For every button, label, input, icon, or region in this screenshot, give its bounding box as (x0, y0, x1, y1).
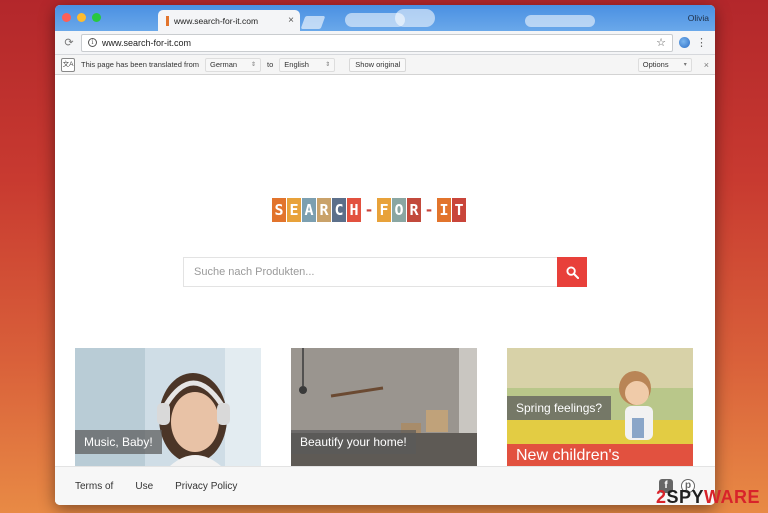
card-label: Spring feelings? (507, 396, 612, 420)
promo-cards: Music, Baby! Beautify your home! Spring … (75, 348, 695, 466)
address-url[interactable]: www.search-for-it.com (102, 38, 651, 48)
card-children[interactable]: Spring feelings? New children's (507, 348, 693, 466)
to-language-select[interactable]: English ⇕ (279, 57, 336, 72)
page-footer: Terms of Use Privacy Policy f p (55, 466, 715, 505)
card-home[interactable]: Beautify your home! (291, 348, 477, 466)
browser-toolbar: ⟳ i www.search-for-it.com ☆ ⋮ (55, 31, 715, 55)
watermark-part: 2 (655, 487, 667, 507)
tab-title: www.search-for-it.com (174, 15, 259, 26)
browser-tab[interactable]: www.search-for-it.com × (158, 10, 300, 31)
to-language-value: English (284, 60, 309, 69)
translate-icon: 文A (61, 57, 75, 72)
logo-letter: H (347, 198, 361, 222)
search-form (183, 257, 587, 287)
translate-bar: 文A This page has been translated from Ge… (55, 55, 715, 75)
new-tab-button[interactable] (300, 16, 326, 29)
chevron-down-icon: ▾ (683, 62, 687, 68)
options-label: Options (642, 60, 669, 69)
footer-link-terms[interactable]: Terms of (75, 481, 113, 492)
watermark: 2SPYWARE (656, 487, 760, 508)
logo-letter: O (392, 198, 406, 222)
watermark-part: SPY (666, 487, 704, 507)
star-icon[interactable]: ☆ (656, 36, 666, 49)
card-banner: New children's (507, 444, 693, 466)
updown-icon: ⇕ (325, 62, 331, 68)
from-language-select[interactable]: German ⇕ (205, 57, 261, 72)
tab-close-icon[interactable]: × (288, 15, 294, 26)
card-label: Music, Baby! (75, 430, 162, 454)
logo-letter: T (452, 198, 466, 222)
to-word: to (267, 60, 274, 69)
logo-letter: R (317, 198, 331, 222)
watermark-part: WARE (704, 487, 760, 507)
reload-icon[interactable]: ⟳ (63, 36, 75, 49)
logo-letter: A (302, 198, 316, 222)
info-icon[interactable]: i (88, 38, 97, 47)
browser-window: www.search-for-it.com × Olivia ⟳ i www.s… (55, 5, 715, 505)
show-original-button[interactable]: Show original (349, 57, 407, 72)
logo-letter: S (272, 198, 286, 222)
close-window-button[interactable] (62, 13, 71, 22)
address-bar[interactable]: i www.search-for-it.com ☆ (81, 33, 673, 52)
site-logo[interactable]: SEARCH-FOR-IT (272, 198, 466, 222)
close-icon[interactable]: × (704, 60, 709, 70)
logo-letter: I (437, 198, 451, 222)
logo-letter: R (407, 198, 421, 222)
minimize-window-button[interactable] (77, 13, 86, 22)
translate-message: This page has been translated from (81, 60, 199, 69)
search-input[interactable] (183, 257, 557, 287)
more-vert-icon[interactable]: ⋮ (696, 36, 707, 49)
footer-link-use[interactable]: Use (135, 481, 153, 492)
site-favicon-icon (166, 15, 169, 26)
logo-letter: - (364, 201, 374, 219)
options-select[interactable]: Options ▾ (637, 57, 692, 72)
window-controls (62, 13, 101, 22)
footer-link-privacy[interactable]: Privacy Policy (175, 481, 237, 492)
search-button[interactable] (557, 257, 587, 287)
show-original-label: Show original (355, 60, 401, 69)
search-icon (565, 265, 579, 279)
updown-icon: ⇕ (250, 62, 256, 68)
profile-name[interactable]: Olivia (688, 13, 709, 23)
logo-letter: E (287, 198, 301, 222)
maximize-window-button[interactable] (92, 13, 101, 22)
extension-icon[interactable] (679, 37, 690, 48)
from-language-value: German (210, 60, 238, 69)
logo-letter: - (424, 201, 434, 219)
logo-letter: C (332, 198, 346, 222)
logo-letter: F (377, 198, 391, 222)
title-bar: www.search-for-it.com × Olivia (55, 5, 715, 31)
page-content: SEARCH-FOR-IT Suche nach Produkten... Mu… (55, 75, 715, 505)
card-music[interactable]: Music, Baby! (75, 348, 261, 466)
card-label: Beautify your home! (291, 430, 416, 454)
